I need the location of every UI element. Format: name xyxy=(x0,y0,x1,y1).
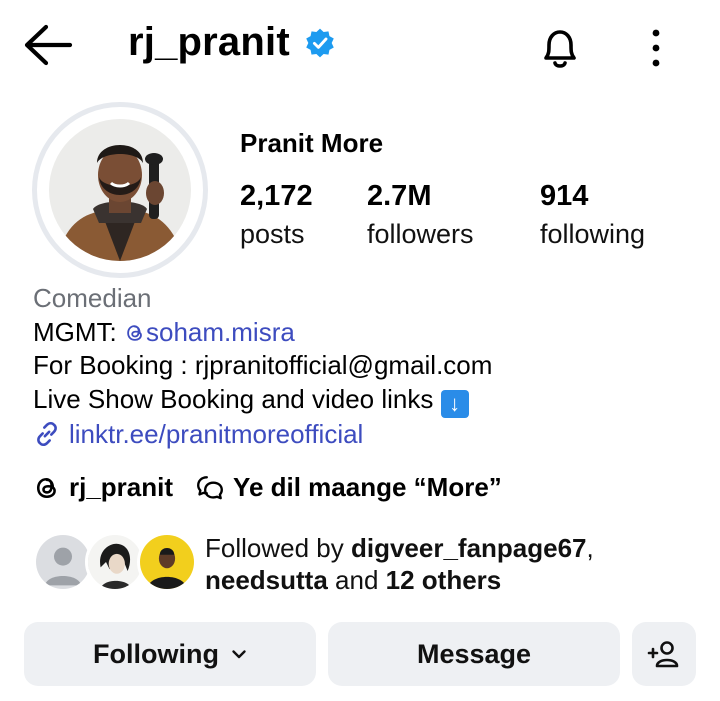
message-button-label: Message xyxy=(416,638,532,669)
stat-followers[interactable]: 2.7M followers xyxy=(367,180,474,250)
profile-bio: Comedian MGMT: soham.misra For Booking :… xyxy=(33,282,492,451)
threads-icon xyxy=(36,477,56,498)
chat-bubbles-icon xyxy=(197,475,223,499)
mutual-user-2[interactable]: needsutta xyxy=(205,565,328,595)
chevron-down-icon xyxy=(232,650,246,659)
stat-value: 2.7M xyxy=(367,180,432,212)
bio-mgmt-prefix: MGMT: xyxy=(33,316,124,347)
add-person-icon xyxy=(647,641,679,668)
profile-avatar-ring[interactable] xyxy=(32,102,208,278)
mutual-avatar-3 xyxy=(137,532,197,592)
bio-mgmt-handle: soham.misra xyxy=(146,316,295,347)
bio-link-text: linktr.ee/pranitmoreofficial xyxy=(69,418,364,449)
threads-icon xyxy=(127,324,142,341)
down-arrow-emoji-icon: ↓ xyxy=(440,389,469,418)
bio-link[interactable]: linktr.ee/pranitmoreofficial xyxy=(33,418,492,452)
followed-by-and: and xyxy=(327,565,386,595)
mutual-avatar-2 xyxy=(85,532,145,592)
threads-row: rj_pranit Ye dil maange “More” xyxy=(33,472,502,503)
threads-note: Ye dil maange “More” xyxy=(233,472,502,502)
suggest-people-button[interactable] xyxy=(632,622,696,686)
stat-value: 2,172 xyxy=(240,180,313,212)
bio-mgmt-line: MGMT: soham.misra xyxy=(33,316,492,350)
link-icon xyxy=(37,422,57,447)
verified-badge-icon xyxy=(306,28,334,57)
threads-note-chip[interactable]: Ye dil maange “More” xyxy=(195,472,502,503)
mutual-followers-text: Followed by digveer_fanpage67, needsutta… xyxy=(205,532,594,596)
following-button[interactable]: Following xyxy=(24,622,316,686)
top-bar: rj_pranit xyxy=(0,0,720,96)
bio-booking-line: For Booking : rjpranitofficial@gmail.com xyxy=(33,350,493,380)
bell-icon[interactable] xyxy=(538,24,582,72)
arrow-left-icon[interactable] xyxy=(22,22,74,68)
stat-following[interactable]: 914 following xyxy=(540,180,645,250)
stat-posts[interactable]: 2,172 posts xyxy=(240,180,313,250)
message-button[interactable]: Message xyxy=(328,622,620,686)
more-vertical-icon[interactable] xyxy=(644,26,668,70)
bio-mgmt-mention[interactable]: soham.misra xyxy=(124,317,295,347)
profile-handle-group: rj_pranit xyxy=(128,20,336,65)
profile-category: Comedian xyxy=(33,283,152,313)
bio-live-show-line: Live Show Booking and video links ↓ xyxy=(33,383,492,418)
stat-label: following xyxy=(540,219,646,249)
bio-live-show-text: Live Show Booking and video links xyxy=(33,383,434,414)
stat-label: posts xyxy=(240,219,305,249)
following-button-label: Following xyxy=(93,638,219,669)
mutual-user-1[interactable]: digveer_fanpage67 xyxy=(351,533,587,563)
stat-value: 914 xyxy=(540,180,589,212)
mutual-others[interactable]: 12 others xyxy=(386,565,502,595)
followed-by-prefix: Followed by xyxy=(205,533,351,563)
threads-handle: rj_pranit xyxy=(69,472,174,502)
profile-full-name: Pranit More xyxy=(240,128,384,158)
mutual-followers[interactable]: Followed by digveer_fanpage67, needsutta… xyxy=(33,532,693,596)
followed-by-comma: , xyxy=(586,533,594,563)
profile-handle: rj_pranit xyxy=(128,20,290,64)
threads-profile-chip[interactable]: rj_pranit xyxy=(33,472,173,503)
stat-label: followers xyxy=(367,219,474,249)
mutual-avatar-1 xyxy=(33,532,93,592)
avatar xyxy=(49,119,191,261)
